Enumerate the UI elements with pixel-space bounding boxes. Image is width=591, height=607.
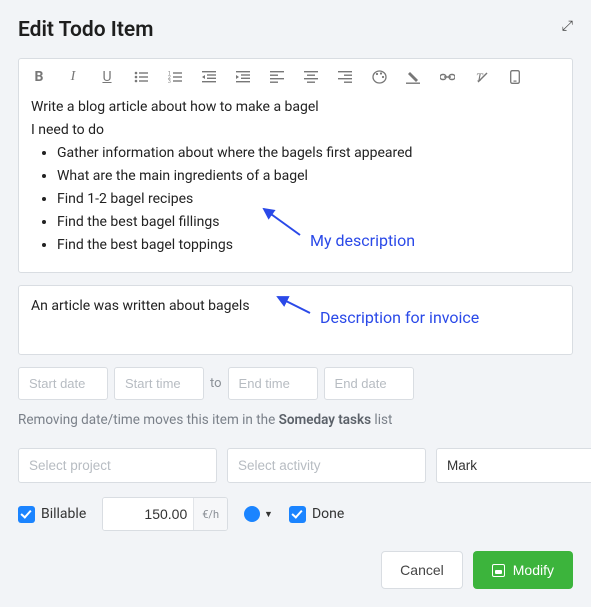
- list-item: What are the main ingredients of a bagel: [57, 166, 560, 187]
- bold-icon[interactable]: B: [31, 69, 47, 85]
- start-time-input[interactable]: [114, 367, 204, 400]
- billable-checkbox[interactable]: Billable: [18, 506, 86, 523]
- highlight-icon[interactable]: [405, 71, 421, 84]
- svg-text:3: 3: [168, 79, 171, 83]
- end-time-input[interactable]: [228, 367, 318, 400]
- page-title: Edit Todo Item: [18, 18, 153, 42]
- color-picker-icon[interactable]: [371, 70, 387, 84]
- invoice-text: An article was written about bagels: [31, 298, 250, 314]
- project-select[interactable]: [18, 448, 217, 483]
- start-date-input[interactable]: [18, 367, 108, 400]
- italic-icon[interactable]: I: [65, 69, 81, 85]
- bullet-list-icon[interactable]: [133, 71, 149, 83]
- editor-bullets: Gather information about where the bagel…: [57, 143, 560, 256]
- save-icon: [492, 564, 505, 577]
- rate-input[interactable]: [103, 498, 193, 530]
- checkbox-icon: [18, 506, 35, 523]
- color-dot-icon: [244, 506, 260, 522]
- user-select[interactable]: [436, 448, 591, 483]
- clear-format-icon[interactable]: T: [473, 71, 489, 84]
- ordered-list-icon[interactable]: 123: [167, 71, 183, 83]
- modify-label: Modify: [513, 562, 554, 578]
- invoice-description-editor[interactable]: An article was written about bagels: [18, 285, 573, 355]
- editor-line: I need to do: [31, 120, 560, 141]
- modify-button[interactable]: Modify: [473, 551, 573, 589]
- outdent-icon[interactable]: [201, 71, 217, 83]
- editor-toolbar: B I U 123 T: [19, 59, 572, 93]
- link-icon[interactable]: [439, 73, 455, 81]
- indent-icon[interactable]: [235, 71, 251, 83]
- done-checkbox[interactable]: Done: [289, 506, 344, 523]
- editor-line: Write a blog article about how to make a…: [31, 97, 560, 118]
- list-item: Find the best bagel toppings: [57, 235, 560, 256]
- underline-icon[interactable]: U: [99, 69, 115, 85]
- to-label: to: [210, 376, 222, 391]
- billable-label: Billable: [41, 506, 86, 522]
- expand-icon[interactable]: ⤢: [562, 18, 573, 34]
- list-item: Find the best bagel fillings: [57, 212, 560, 233]
- align-center-icon[interactable]: [303, 71, 319, 83]
- end-date-input[interactable]: [324, 367, 414, 400]
- description-editor[interactable]: B I U 123 T Write a blog article about h…: [18, 58, 573, 273]
- list-item: Find 1-2 bagel recipes: [57, 189, 560, 210]
- done-label: Done: [312, 506, 344, 522]
- date-hint: Removing date/time moves this item in th…: [18, 412, 573, 428]
- rate-unit: €/h: [193, 498, 227, 530]
- list-item: Gather information about where the bagel…: [57, 143, 560, 164]
- checkbox-icon: [289, 506, 306, 523]
- align-left-icon[interactable]: [269, 71, 285, 83]
- editor-content[interactable]: Write a blog article about how to make a…: [19, 93, 572, 272]
- activity-select[interactable]: [227, 448, 426, 483]
- caret-down-icon: ▼: [264, 509, 273, 520]
- cancel-button[interactable]: Cancel: [381, 551, 463, 589]
- color-picker[interactable]: ▼: [244, 506, 273, 522]
- rate-input-group: €/h: [102, 497, 228, 531]
- device-icon[interactable]: [507, 70, 523, 84]
- align-right-icon[interactable]: [337, 71, 353, 83]
